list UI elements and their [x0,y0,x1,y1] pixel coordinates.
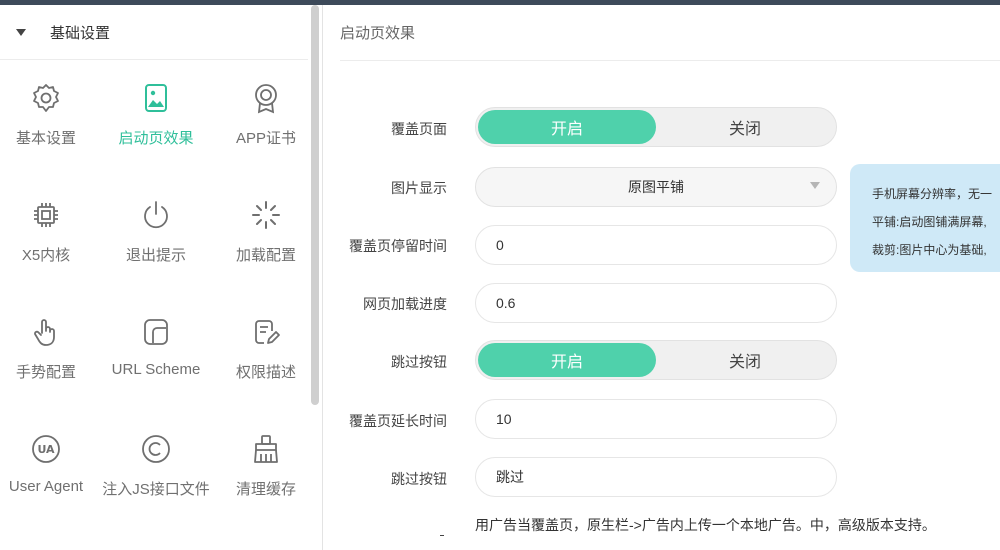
sidebar-item-clear-cache[interactable]: 清理缓存 [216,416,316,526]
extend-duration-input[interactable]: 10 [475,399,837,439]
tooltip-line: 手机屏幕分辨率，无一 [872,187,993,201]
caret-down-icon[interactable] [16,28,26,36]
sidebar-item-user-agent[interactable]: UA User Agent [0,416,96,526]
sidebar-item-label: 注入JS接口文件 [102,481,210,498]
skip-button-off-option[interactable]: 关闭 [656,343,834,377]
image-icon [139,81,173,115]
copyright-icon [139,432,173,466]
power-icon [139,198,173,232]
cover-page-off-option[interactable]: 关闭 [656,110,834,144]
sidebar-item-permission-description[interactable]: 权限描述 [216,299,316,409]
skip-button-toggle[interactable]: 开启 关闭 [475,340,837,380]
sidebar-item-loading-config[interactable]: 加载配置 [216,182,316,292]
document-edit-icon [249,315,283,349]
sidebar-item-app-certificate[interactable]: APP证书 [216,65,316,175]
cover-page-label: 覆盖页面 [391,121,447,137]
sidebar-item-label: 手势配置 [15,364,76,381]
skip-button-label: 跳过按钮 [391,354,447,370]
load-progress-label: 网页加载进度 [363,296,447,312]
skip-button-on-option[interactable]: 开启 [478,343,656,377]
cover-duration-label: 覆盖页停留时间 [349,238,447,254]
extend-duration-label: 覆盖页延长时间 [349,413,447,429]
cover-page-toggle[interactable]: 开启 关闭 [475,107,837,147]
sidebar-item-gesture-config[interactable]: 手势配置 [0,299,96,409]
page-title: 启动页效果 [340,25,416,42]
spinner-icon [249,198,283,232]
dropdown-arrow-icon [810,182,820,189]
tooltip-line: 裁剪:图片中心为基础, [872,243,987,257]
cover-page-on-option[interactable]: 开启 [478,110,656,144]
ua-icon: UA [29,432,63,466]
sidebar-item-exit-prompt[interactable]: 退出提示 [106,182,206,292]
skip-text-input[interactable]: 跳过 [475,457,837,497]
section-title: 基础设置 [50,24,111,42]
sidebar-item-label: 启动页效果 [118,130,194,147]
hand-icon [29,315,63,349]
sidebar-item-label: 加载配置 [235,247,296,264]
sidebar-item-label: User Agent [8,478,84,495]
cover-duration-input[interactable]: 0 [475,225,837,265]
sidebar: 基础设置 基本设置 启动页效果 APP证书 X5内核 退出提示 加载配置 手势配… [0,5,310,550]
sidebar-item-x5-kernel[interactable]: X5内核 [0,182,96,292]
image-display-select[interactable]: 原图平铺 [475,167,837,207]
svg-text:UA: UA [37,443,55,456]
sidebar-item-label: X5内核 [21,247,71,264]
sidebar-item-inject-js[interactable]: 注入JS接口文件 [102,416,210,526]
image-display-tooltip: 手机屏幕分辨率，无一 平铺:启动图铺满屏幕, 裁剪:图片中心为基础, [850,164,1000,272]
sidebar-scrollbar[interactable] [311,5,319,405]
skip-text-label: 跳过按钮 [391,471,447,487]
tooltip-line: 平铺:启动图铺满屏幕, [872,215,987,229]
main-panel: 启动页效果 覆盖页面 开启 关闭 图片显示 原图平铺 覆盖页停留时间 0 网页加… [323,5,1000,550]
certificate-icon [249,81,283,115]
dash-mark [440,535,444,536]
sidebar-item-label: 退出提示 [125,247,186,264]
sidebar-item-label: 基本设置 [15,130,76,147]
scheme-icon [139,315,173,349]
sidebar-item-url-scheme[interactable]: URL Scheme [106,299,206,409]
ad-note: 用广告当覆盖页，原生栏->广告内上传一个本地广告。中，高级版本支持。 [475,517,936,533]
sidebar-item-label: APP证书 [235,130,296,147]
sidebar-item-splash-effect[interactable]: 启动页效果 [106,65,206,175]
sidebar-item-label: 权限描述 [235,364,296,381]
sidebar-item-basic-settings[interactable]: 基本设置 [0,65,96,175]
broom-icon [249,432,283,466]
title-separator [340,60,1000,61]
sidebar-item-label: URL Scheme [111,361,201,378]
gear-icon [29,81,63,115]
sidebar-section-header[interactable]: 基础设置 [0,5,308,60]
load-progress-input[interactable]: 0.6 [475,283,837,323]
chip-icon [29,198,63,232]
image-display-label: 图片显示 [391,180,447,196]
sidebar-item-label: 清理缓存 [235,481,296,498]
image-display-value: 原图平铺 [628,179,684,195]
